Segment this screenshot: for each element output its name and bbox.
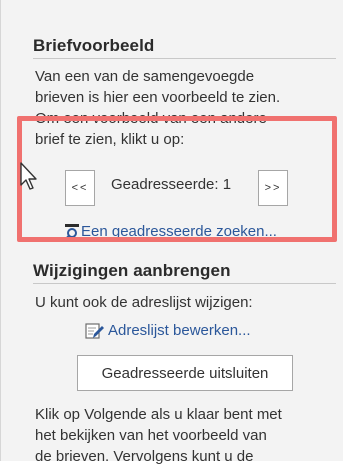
preview-description-line: Om een voorbeeld van een andere [35,110,267,127]
mouse-pointer-icon [20,162,37,190]
preview-description: Van een van de samengevoegde brieven is … [35,66,280,150]
footer-instructions: Klik op Volgende als u klaar bent met he… [35,404,282,467]
find-recipient-link[interactable]: Een geadresseerde zoeken... [81,223,277,240]
preview-description-line: brief te zien, klikt u op: [35,131,185,148]
previous-recipient-button[interactable]: << [65,170,95,206]
magnifier-icon [64,224,79,241]
edit-list-icon [85,323,104,339]
footer-line: de brieven. Vervolgens kunt u de [35,448,254,465]
exclude-recipient-button[interactable]: Geadresseerde uitsluiten [77,355,293,391]
section-title-changes: Wijzigingen aanbrengen [33,261,231,280]
preview-description-line: Van een van de samengevoegde [35,68,255,85]
changes-intro: U kunt ook de adreslijst wijzigen: [35,294,253,311]
mail-merge-pane: Briefvoorbeeld Van een van de samengevoe… [0,0,343,465]
edit-address-list-link[interactable]: Adreslijst bewerken... [108,322,251,339]
section-title-preview: Briefvoorbeeld [33,36,155,55]
next-recipient-button[interactable]: >> [258,170,288,206]
section-divider-changes [33,283,336,284]
preview-description-line: brieven is hier een voorbeeld te zien. [35,89,281,106]
footer-line: Klik op Volgende als u klaar bent met [35,406,282,423]
footer-line: het bekijken van het voorbeeld van [35,427,267,444]
recipient-number-label: Geadresseerde: 1 [111,176,232,193]
section-divider-preview [33,58,336,59]
